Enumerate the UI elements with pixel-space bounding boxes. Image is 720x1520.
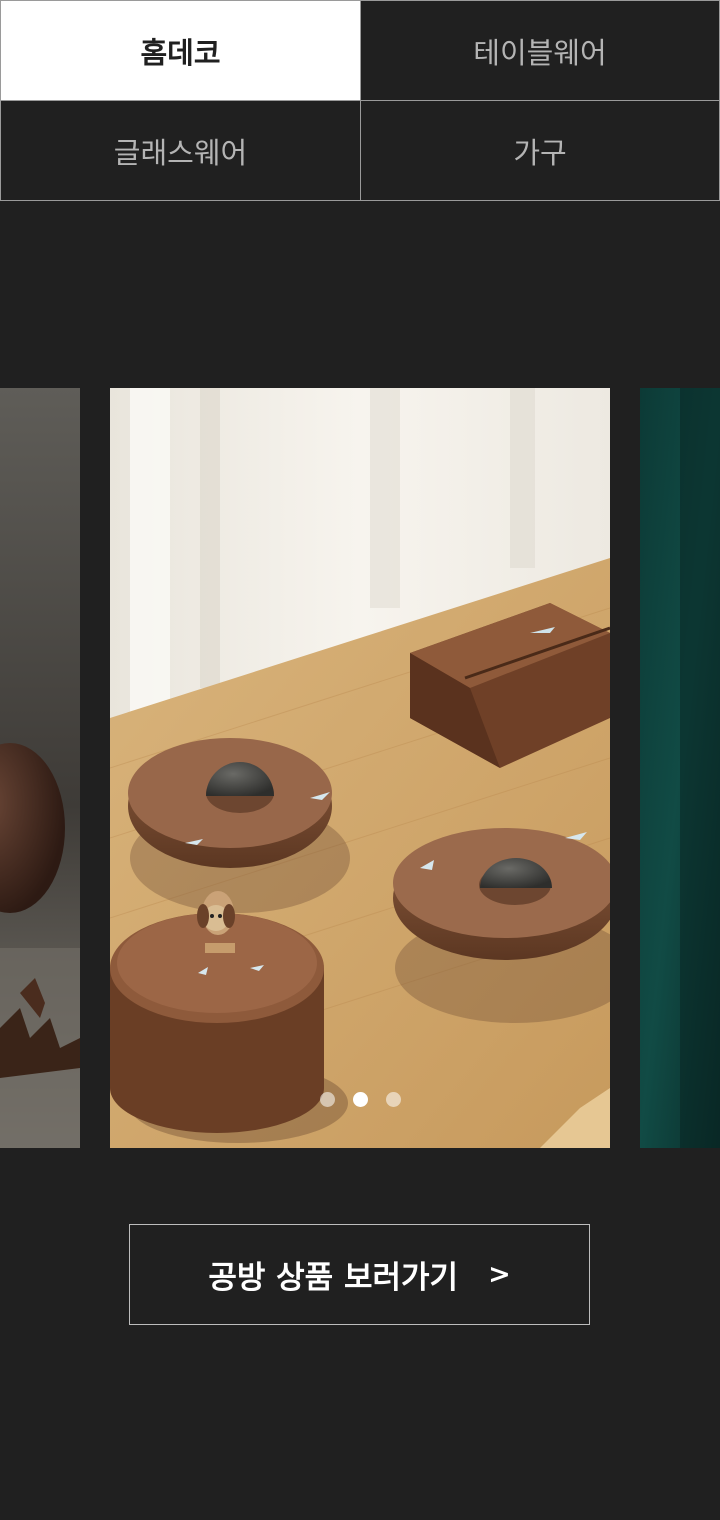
carousel-slide-previous[interactable] [0,388,80,1148]
slide-current-image [110,388,610,1148]
tab-furniture[interactable]: 가구 [360,100,720,200]
pagination-dot-3[interactable] [385,1092,401,1107]
category-tabs: 홈데코 테이블웨어 글래스웨어 가구 [0,0,720,201]
tab-glassware[interactable]: 글래스웨어 [0,100,360,200]
pagination-dot-2[interactable] [352,1092,368,1107]
tab-homedeco[interactable]: 홈데코 [0,0,360,100]
tab-tableware[interactable]: 테이블웨어 [360,0,720,100]
view-workshop-products-button[interactable]: 공방 상품 보러가기 > [129,1224,590,1325]
product-carousel[interactable] [0,388,720,1148]
chevron-right-icon: > [488,1259,511,1290]
cta-label: 공방 상품 보러가기 [208,1260,459,1296]
carousel-pagination [110,1092,610,1107]
carousel-slide-current[interactable] [110,388,610,1148]
carousel-slide-next[interactable] [640,388,720,1148]
pagination-dot-1[interactable] [319,1092,335,1107]
slide-previous-image [0,388,80,1148]
slide-next-image [640,388,720,1148]
